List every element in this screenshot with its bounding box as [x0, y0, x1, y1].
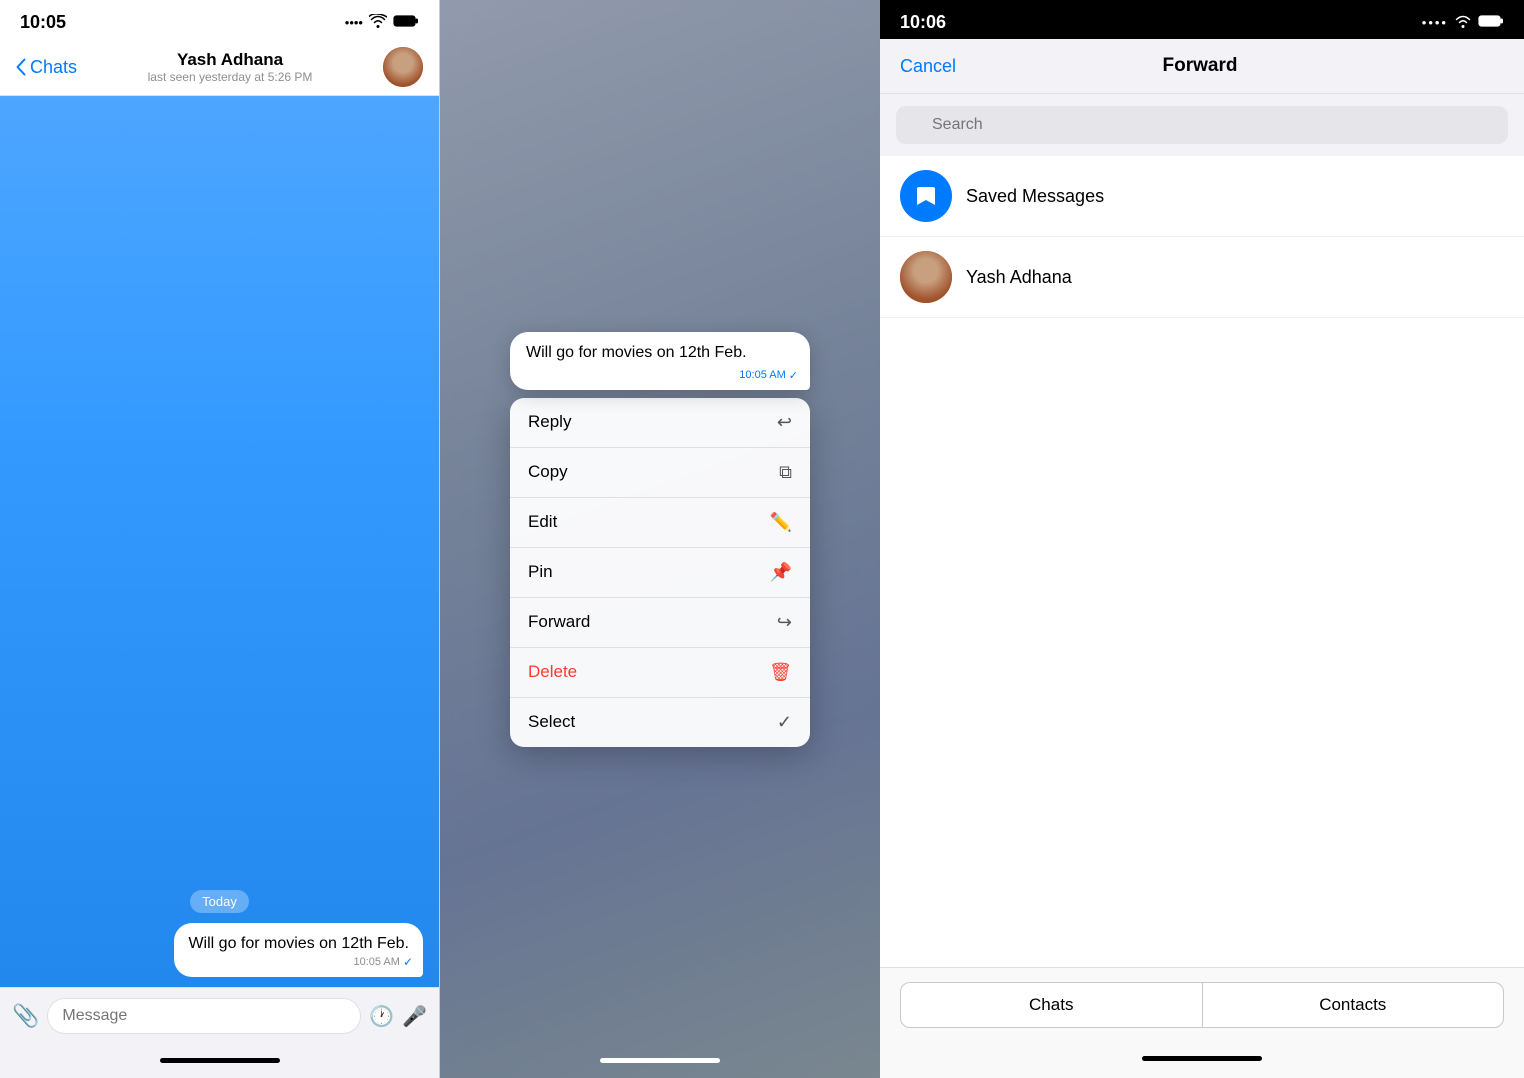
message-input[interactable] — [47, 998, 361, 1034]
preview-meta: 10:05 AM ✓ — [739, 369, 798, 382]
delete-label: Delete — [528, 662, 577, 682]
wifi-icon — [369, 14, 387, 31]
home-indicator-context — [440, 1034, 880, 1078]
preview-time: 10:05 AM — [739, 369, 785, 381]
contact-name: Yash Adhana — [77, 50, 383, 70]
back-label: Chats — [30, 57, 77, 78]
search-wrapper: 🔍 — [896, 106, 1508, 144]
forward-label: Forward — [528, 612, 590, 632]
edit-label: Edit — [528, 512, 557, 532]
message-meta: 10:05 AM ✓ — [353, 954, 413, 971]
pin-icon: 📌 — [770, 562, 792, 583]
reply-label: Reply — [528, 412, 571, 432]
home-indicator — [0, 1044, 439, 1078]
context-copy[interactable]: Copy ⧉ — [510, 448, 810, 498]
chat-panel: 10:05 •••• Ch — [0, 0, 440, 1078]
saved-messages-avatar — [900, 170, 952, 222]
cancel-button[interactable]: Cancel — [900, 56, 956, 77]
context-forward[interactable]: Forward ↪ — [510, 598, 810, 648]
select-label: Select — [528, 712, 575, 732]
avatar[interactable] — [383, 47, 423, 87]
forward-search-input[interactable] — [896, 106, 1508, 144]
forward-search-bar: 🔍 — [880, 94, 1524, 156]
read-tick: ✓ — [403, 954, 413, 971]
context-delete[interactable]: Delete 🗑 — [510, 648, 810, 698]
chat-header-center: Yash Adhana last seen yesterday at 5:26 … — [77, 50, 383, 84]
context-content: Will go for movies on 12th Feb. 10:05 AM… — [440, 0, 880, 1078]
reply-icon: ↩ — [777, 412, 792, 433]
saved-messages-label: Saved Messages — [966, 186, 1104, 207]
context-reply[interactable]: Reply ↩ — [510, 398, 810, 448]
contact-status: last seen yesterday at 5:26 PM — [77, 70, 383, 84]
chats-tab[interactable]: Chats — [900, 982, 1202, 1028]
battery-icon — [393, 14, 419, 31]
sticker-icon[interactable]: 🕐 — [369, 1004, 394, 1029]
forward-list: Saved Messages Yash Adhana — [880, 156, 1524, 967]
select-icon: ✓ — [777, 712, 792, 733]
message-text: Will go for movies on 12th Feb. — [188, 935, 409, 952]
message-time: 10:05 AM — [353, 955, 399, 970]
message-preview: Will go for movies on 12th Feb. 10:05 AM… — [510, 332, 810, 390]
context-select[interactable]: Select ✓ — [510, 698, 810, 747]
copy-label: Copy — [528, 462, 568, 482]
attach-button[interactable]: 📎 — [12, 1003, 39, 1029]
chat-body: Today Will go for movies on 12th Feb. 10… — [0, 96, 439, 987]
status-icons: •••• — [345, 14, 419, 31]
status-time: 10:05 — [20, 12, 66, 33]
forward-status-bar: 10:06 •••• — [880, 0, 1524, 39]
delete-icon: 🗑 — [769, 662, 792, 683]
context-edit[interactable]: Edit ✏️ — [510, 498, 810, 548]
home-bar — [600, 1058, 720, 1063]
forward-battery-icon — [1478, 14, 1504, 31]
context-menu: Reply ↩ Copy ⧉ Edit ✏️ Pin 📌 Forward ↪ D… — [510, 398, 810, 747]
yash-label: Yash Adhana — [966, 267, 1072, 288]
preview-tick: ✓ — [789, 369, 798, 382]
contacts-tab[interactable]: Contacts — [1202, 982, 1505, 1028]
home-bar — [1142, 1056, 1262, 1061]
microphone-icon[interactable]: 🎤 — [402, 1004, 427, 1029]
status-bar: 10:05 •••• — [0, 0, 439, 39]
forward-header: Cancel Forward — [880, 39, 1524, 94]
home-bar — [160, 1058, 280, 1063]
forward-yash-adhana[interactable]: Yash Adhana — [880, 237, 1524, 318]
forward-saved-messages[interactable]: Saved Messages — [880, 156, 1524, 237]
forward-home-indicator — [880, 1042, 1524, 1078]
context-pin[interactable]: Pin 📌 — [510, 548, 810, 598]
preview-text: Will go for movies on 12th Feb. — [526, 344, 747, 361]
yash-avatar — [900, 251, 952, 303]
pin-label: Pin — [528, 562, 553, 582]
forward-title: Forward — [1163, 55, 1238, 77]
forward-signal-icon: •••• — [1422, 15, 1448, 30]
forward-status-time: 10:06 — [900, 12, 946, 33]
back-button[interactable]: Chats — [16, 57, 77, 78]
forward-icon: ↪ — [777, 612, 792, 633]
chat-header: Chats Yash Adhana last seen yesterday at… — [0, 39, 439, 96]
message-bubble[interactable]: Will go for movies on 12th Feb. 10:05 AM… — [174, 923, 423, 977]
signal-icon: •••• — [345, 15, 363, 30]
chat-input-bar: 📎 🕐 🎤 — [0, 987, 439, 1044]
forward-panel: 10:06 •••• Cancel Forward � — [880, 0, 1524, 1078]
forward-bottom-tabs: Chats Contacts — [880, 967, 1524, 1042]
context-panel: Will go for movies on 12th Feb. 10:05 AM… — [440, 0, 880, 1078]
date-badge: Today — [16, 893, 423, 911]
copy-icon: ⧉ — [779, 462, 792, 483]
forward-status-icons: •••• — [1422, 14, 1504, 31]
forward-wifi-icon — [1454, 14, 1472, 31]
edit-icon: ✏️ — [770, 512, 792, 533]
